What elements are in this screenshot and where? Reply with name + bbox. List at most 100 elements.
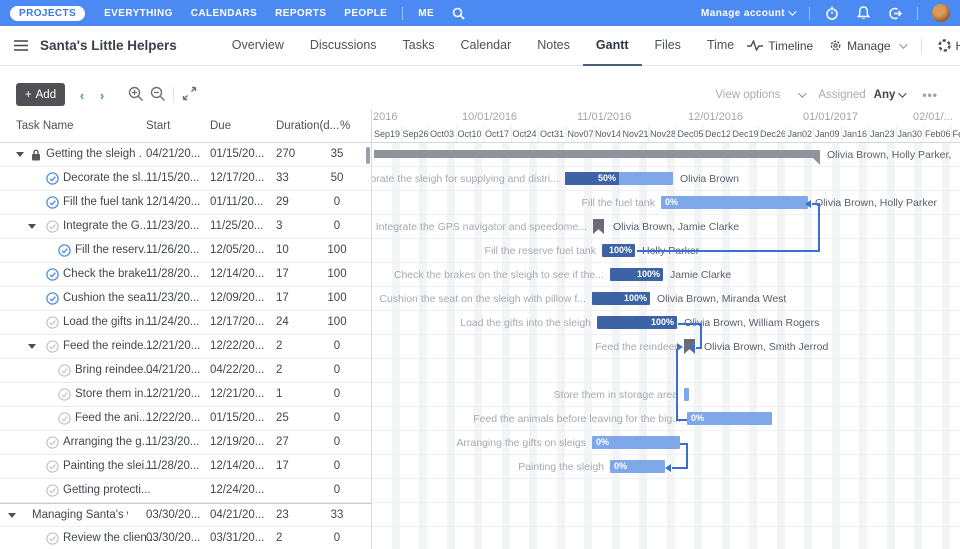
task-status-icon[interactable] bbox=[46, 484, 59, 502]
task-row[interactable]: Getting protecti... 12/24/20... 0 bbox=[0, 479, 371, 503]
nav-item-people[interactable]: PEOPLE bbox=[344, 8, 387, 19]
task-status-icon[interactable] bbox=[58, 364, 71, 382]
gantt-task-bar[interactable]: 100% bbox=[610, 268, 663, 281]
task-row[interactable]: Fill the reserv... 11/26/20... 12/05/20...… bbox=[0, 239, 371, 263]
task-status-icon[interactable] bbox=[58, 244, 71, 262]
more-options-button[interactable]: ••• bbox=[922, 88, 938, 102]
task-row[interactable]: Feed the reinde... 12/21/20... 12/22/20...… bbox=[0, 335, 371, 359]
task-row[interactable]: Fill the fuel tank 12/14/20... 01/11/20...… bbox=[0, 191, 371, 215]
gantt-task-bar[interactable]: 0% bbox=[610, 460, 665, 473]
task-status-icon[interactable] bbox=[58, 412, 71, 430]
task-status-icon[interactable] bbox=[46, 292, 59, 310]
sign-out-icon[interactable] bbox=[888, 7, 902, 20]
tab-gantt[interactable]: Gantt bbox=[582, 26, 642, 66]
expand-caret-icon[interactable] bbox=[28, 224, 36, 229]
nav-item-projects[interactable]: PROJECTS bbox=[10, 5, 86, 21]
task-row[interactable]: Arranging the g... 11/23/20... 12/19/20...… bbox=[0, 431, 371, 455]
add-task-button[interactable]: + Add bbox=[16, 83, 65, 106]
task-row[interactable]: Check the brake... 11/28/20... 12/14/20...… bbox=[0, 263, 371, 287]
task-row[interactable]: Integrate the G... 11/23/20... 11/25/20...… bbox=[0, 215, 371, 239]
task-row[interactable]: Store them in... 12/21/20... 12/21/20... 1 0 bbox=[0, 383, 371, 407]
task-status-icon[interactable] bbox=[46, 436, 59, 454]
time-tracker-icon[interactable] bbox=[825, 6, 839, 20]
task-status-icon[interactable] bbox=[46, 220, 59, 238]
tab-discussions[interactable]: Discussions bbox=[297, 26, 390, 66]
gantt-task-bar[interactable]: 100% bbox=[597, 316, 677, 329]
nav-item-calendars[interactable]: CALENDARS bbox=[191, 8, 257, 19]
gantt-task-bar[interactable]: 0% bbox=[687, 412, 772, 425]
nav-item-reports[interactable]: REPORTS bbox=[275, 8, 326, 19]
manage-button[interactable]: Manage bbox=[829, 39, 908, 53]
scroll-left-button[interactable]: ‹ bbox=[74, 87, 90, 103]
task-row[interactable]: Cushion the sea... 11/23/20... 12/09/20...… bbox=[0, 287, 371, 311]
percent-complete-cell: 0 bbox=[333, 364, 341, 376]
vertical-scrollbar-thumb[interactable] bbox=[366, 147, 370, 164]
task-row[interactable]: Painting the slei... 11/28/20... 12/14/20.… bbox=[0, 455, 371, 479]
column-header[interactable]: Duration(d... bbox=[276, 110, 339, 143]
dependency-line bbox=[696, 347, 700, 349]
expand-caret-icon[interactable] bbox=[16, 152, 24, 157]
task-status-icon[interactable] bbox=[46, 460, 59, 478]
chevron-down-icon[interactable] bbox=[798, 89, 808, 98]
zoom-in-icon[interactable] bbox=[128, 86, 144, 107]
gantt-summary-bar[interactable] bbox=[374, 150, 820, 158]
expand-caret-icon[interactable] bbox=[8, 513, 16, 518]
scroll-right-button[interactable]: › bbox=[94, 87, 110, 103]
gantt-task-label: Integrate the GPS navigator and speedome… bbox=[375, 221, 587, 233]
hamburger-menu-icon[interactable] bbox=[14, 40, 28, 51]
gantt-task-bar[interactable]: 0% bbox=[592, 436, 680, 449]
view-options-button[interactable]: View options bbox=[715, 89, 780, 101]
task-status-icon[interactable] bbox=[46, 172, 59, 190]
task-name-cell: Feed the ani... bbox=[75, 412, 149, 424]
task-status-icon[interactable] bbox=[58, 388, 71, 406]
task-row[interactable]: Managing Santa's we... 03/30/20... 04/21/2… bbox=[0, 503, 371, 527]
due-date-cell: 12/14/20... bbox=[210, 460, 265, 472]
fullscreen-expand-icon[interactable] bbox=[182, 86, 197, 106]
search-icon[interactable] bbox=[452, 7, 465, 20]
tab-tasks[interactable]: Tasks bbox=[390, 26, 448, 66]
nav-item-me[interactable]: ME bbox=[418, 8, 434, 19]
gantt-timeline-header[interactable]: 2016 10/01/2016 11/01/2016 12/01/2016 01/01/… bbox=[372, 110, 960, 143]
gantt-task-bar[interactable]: 100% bbox=[592, 292, 650, 305]
task-row[interactable]: Decorate the sl... 11/15/20... 12/17/20...… bbox=[0, 167, 371, 191]
column-header[interactable]: Task Name bbox=[16, 110, 74, 143]
project-title: Santa's Little Helpers bbox=[40, 38, 177, 53]
task-row[interactable]: Feed the ani... 12/22/20... 01/15/20... 25 0 bbox=[0, 407, 371, 431]
task-status-icon[interactable] bbox=[46, 340, 59, 358]
gantt-task-bar[interactable]: 50% bbox=[565, 172, 673, 185]
task-row[interactable]: Review the clien... 03/30/20... 03/31/20..… bbox=[0, 527, 371, 549]
tab-calendar[interactable]: Calendar bbox=[448, 26, 525, 66]
tab-overview[interactable]: Overview bbox=[219, 26, 297, 66]
timeline-button[interactable]: Timeline bbox=[747, 39, 813, 53]
column-header[interactable]: % bbox=[340, 110, 350, 143]
assigned-filter-value[interactable]: Any bbox=[874, 89, 908, 101]
task-row[interactable]: Bring reindee... 04/21/20... 04/22/20... 2 0 bbox=[0, 359, 371, 383]
tab-files[interactable]: Files bbox=[642, 26, 694, 66]
tab-time[interactable]: Time bbox=[694, 26, 747, 66]
task-status-icon[interactable] bbox=[46, 316, 59, 334]
notifications-bell-icon[interactable] bbox=[857, 6, 870, 20]
gantt-task-bar[interactable]: 0% bbox=[661, 196, 808, 209]
week-label: Oct24 bbox=[510, 126, 538, 142]
nav-item-everything[interactable]: EVERYTHING bbox=[104, 8, 173, 19]
task-row[interactable]: Load the gifts in... 11/24/20... 12/17/20.… bbox=[0, 311, 371, 335]
panel-splitter[interactable] bbox=[371, 110, 372, 549]
expand-caret-icon[interactable] bbox=[28, 344, 36, 349]
assignee-label: Olivia Brown, Smith Jerrod bbox=[704, 341, 829, 353]
column-header[interactable]: Start bbox=[146, 110, 170, 143]
manage-account-menu[interactable]: Manage account bbox=[701, 6, 797, 19]
column-header[interactable]: Due bbox=[210, 110, 231, 143]
zoom-out-icon[interactable] bbox=[150, 86, 166, 107]
task-status-icon[interactable] bbox=[46, 532, 59, 549]
gantt-task-bar[interactable] bbox=[684, 388, 689, 401]
start-date-cell: 12/22/20... bbox=[146, 412, 201, 424]
task-row[interactable]: Getting the sleigh ... 04/21/20... 01/15/2… bbox=[0, 143, 371, 167]
user-avatar[interactable] bbox=[932, 4, 950, 22]
task-status-icon[interactable] bbox=[46, 196, 59, 214]
gantt-task-label: Cushion the seat on the sleigh with pill… bbox=[379, 293, 586, 305]
tab-notes[interactable]: Notes bbox=[524, 26, 583, 66]
percent-complete-cell: 0 bbox=[333, 412, 341, 424]
task-status-icon[interactable] bbox=[46, 268, 59, 286]
help-button[interactable]: Help bbox=[937, 39, 960, 53]
gantt-task-bar[interactable]: 100% bbox=[602, 244, 635, 257]
